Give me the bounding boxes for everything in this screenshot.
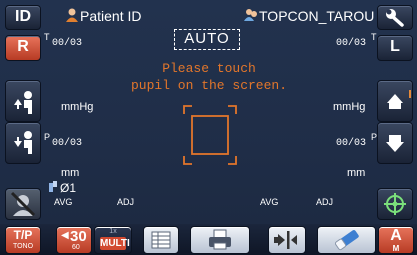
tonometer-screen: ID R L Patient ID TOPCON_TAROU AUTO T 00…	[0, 0, 417, 255]
exit-button[interactable]	[268, 226, 306, 254]
left-t-marker: T	[44, 32, 50, 42]
right-adj-label: ADJ	[316, 197, 334, 207]
alignment-button[interactable]	[377, 188, 413, 220]
patient-down-icon	[14, 131, 32, 154]
left-avg-label: AVG	[54, 197, 73, 207]
tp-button[interactable]: T/P TONO	[5, 226, 41, 254]
left-adj-label: ADJ	[117, 197, 135, 207]
pupil-target[interactable]	[180, 104, 240, 166]
chin-rest-up-icon	[387, 94, 403, 109]
multi-label-box: MULTI	[100, 237, 130, 250]
exit-icon	[274, 231, 297, 249]
mode-indicator[interactable]: AUTO	[174, 29, 240, 50]
wrench-icon	[386, 9, 404, 27]
id-button[interactable]: ID	[5, 5, 41, 30]
chin-rest-down-button[interactable]	[377, 122, 413, 164]
right-eye-label: R	[17, 38, 29, 55]
left-eye-label: L	[390, 38, 400, 55]
right-edge-marker	[409, 90, 411, 98]
right-p-marker: P	[371, 132, 378, 142]
bottom-toolbar: T/P TONO ◀ 30 60 1x MULTI A M	[0, 224, 417, 255]
multi-button[interactable]: 1x MULTI	[94, 226, 132, 254]
operator-name[interactable]: TOPCON_TAROU	[259, 8, 374, 24]
right-avg-label: AVG	[260, 197, 279, 207]
left-diameter-value: Ø1	[60, 181, 77, 195]
count-sub-label: 60	[72, 244, 80, 251]
no-stimulus-icon	[10, 191, 36, 217]
patient-up-icon	[14, 91, 32, 114]
patient-up-button[interactable]	[5, 80, 41, 122]
right-t-value: 00/03	[336, 38, 367, 49]
right-eye-button[interactable]: R	[5, 35, 41, 61]
measure-count-button[interactable]: ◀ 30 60	[56, 226, 92, 254]
diameter-icon	[49, 181, 57, 192]
count-label: 30	[70, 228, 87, 245]
eraser-icon	[334, 230, 359, 251]
id-button-label: ID	[15, 8, 31, 25]
right-p-value: 00/03	[336, 138, 367, 149]
tono-label: TONO	[12, 243, 34, 250]
left-eye-button[interactable]: L	[377, 35, 413, 61]
settings-button[interactable]	[377, 5, 413, 30]
operator-icon	[244, 9, 257, 21]
clear-button[interactable]	[317, 226, 376, 254]
auto-manual-button[interactable]: A M	[378, 226, 414, 254]
count-arrow-icon: ◀	[61, 230, 69, 241]
left-t-value: 00/03	[52, 38, 83, 49]
person-icon	[66, 8, 78, 22]
instruction-line-2: pupil on the screen.	[130, 78, 288, 93]
left-p-marker: P	[44, 132, 51, 142]
multi-top-label: 1x	[109, 228, 117, 235]
reticle-icon	[384, 193, 406, 215]
chin-rest-up-button[interactable]	[377, 80, 413, 122]
print-button[interactable]	[190, 226, 250, 254]
patient-down-button[interactable]	[5, 122, 41, 164]
left-mm-unit: mm	[61, 167, 80, 179]
tp-label: T/P	[13, 228, 33, 242]
mode-label: AUTO	[184, 30, 230, 47]
multi-label: MULTI	[100, 238, 130, 249]
patient-id-label[interactable]: Patient ID	[80, 8, 141, 24]
print-icon	[209, 229, 231, 250]
auto-label: A	[390, 227, 402, 244]
manual-label: M	[392, 244, 400, 253]
left-p-value: 00/03	[52, 138, 83, 149]
no-stimulus-button[interactable]	[5, 188, 41, 220]
instruction-line-1: Please touch	[162, 61, 256, 76]
left-mmhg-unit: mmHg	[61, 101, 94, 113]
chin-rest-down-icon	[386, 135, 404, 152]
right-mm-unit: mm	[347, 167, 366, 179]
right-mmhg-unit: mmHg	[333, 101, 366, 113]
right-t-marker: T	[371, 32, 377, 42]
list-button[interactable]	[143, 226, 179, 254]
list-icon	[151, 231, 171, 249]
